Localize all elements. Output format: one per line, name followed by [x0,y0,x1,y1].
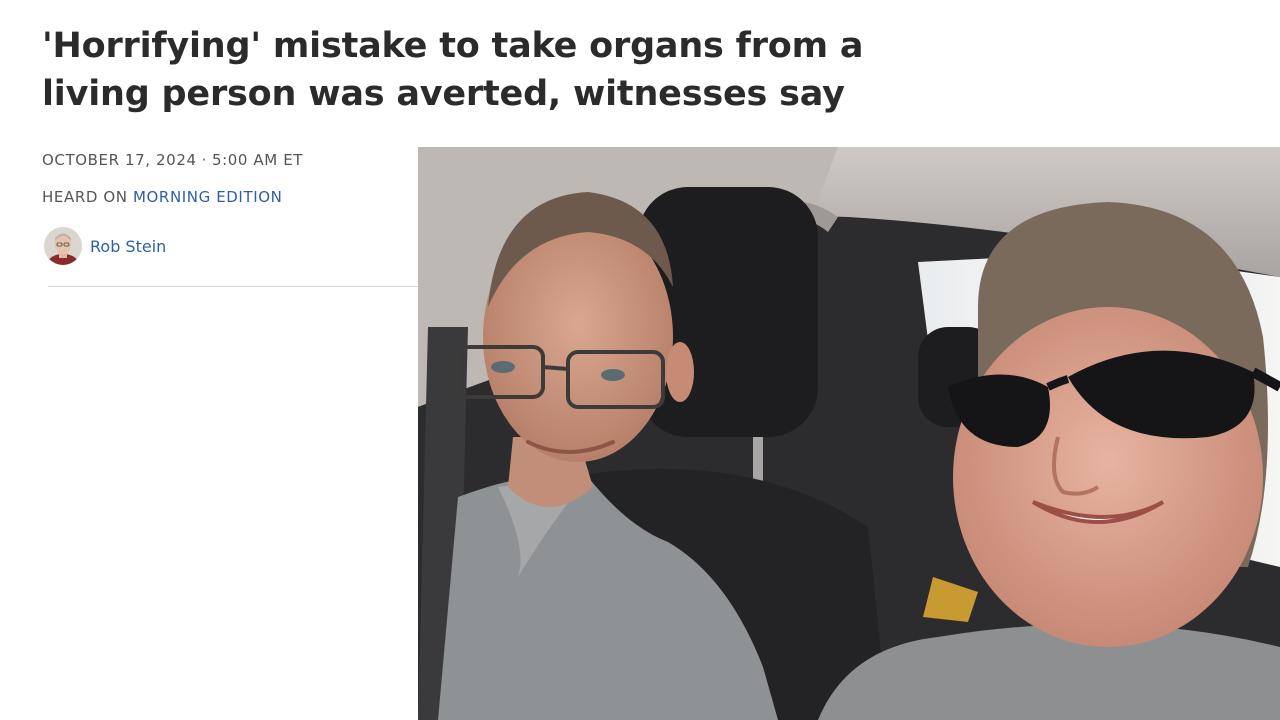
article-headline: 'Horrifying' mistake to take organs from… [42,22,942,118]
author-avatar[interactable] [44,227,82,265]
article-photo [418,147,1280,720]
headline-line-1: 'Horrifying' mistake to take organs from… [42,26,864,66]
author-link[interactable]: Rob Stein [90,237,166,256]
byline: Rob Stein [44,226,166,266]
headline-line-2: living person was averted, witnesses say [42,74,845,114]
publish-time: 5:00 AM ET [211,151,304,169]
publish-date: OCTOBER 17, 2024 [42,151,197,169]
dateline: OCTOBER 17, 2024 · 5:00 AM ET [42,151,303,169]
heard-on-prefix: HEARD ON [42,188,128,206]
heard-on-line: HEARD ON MORNING EDITION [42,188,282,206]
byline-divider [48,286,418,287]
program-link[interactable]: MORNING EDITION [133,188,283,206]
dateline-separator: · [201,151,207,169]
